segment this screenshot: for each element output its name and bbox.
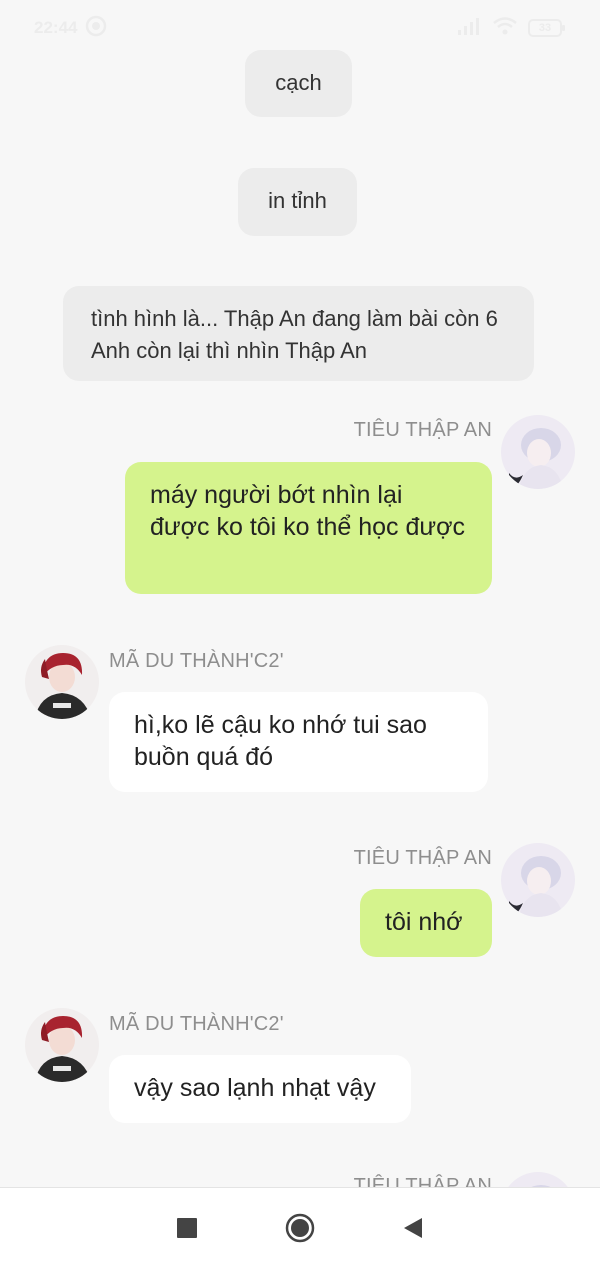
avatar[interactable]: [501, 843, 575, 917]
sender-name: TIÊU THẬP AN: [353, 847, 492, 869]
system-message-text: in tỉnh: [268, 188, 327, 213]
status-time: 22:44: [34, 18, 78, 37]
sender-name: MÃ DU THÀNH'C2': [109, 1013, 284, 1035]
system-message-text: cạch: [275, 70, 322, 95]
system-message-text: tình hình là... Thập An đang làm bài còn…: [91, 306, 498, 363]
status-left: 22:44: [34, 15, 107, 42]
recents-button[interactable]: [163, 1204, 211, 1252]
message-text: hì,ko lẽ cậu ko nhớ tui sao buồn quá đó: [134, 711, 427, 771]
avatar[interactable]: [25, 1008, 99, 1082]
avatar[interactable]: [501, 1172, 575, 1187]
sender-name: TIÊU THẬP AN: [353, 1175, 492, 1187]
message-text: tôi nhớ: [385, 908, 463, 936]
status-right: 33: [456, 16, 566, 41]
back-button[interactable]: [389, 1204, 437, 1252]
my-message-bubble[interactable]: tôi nhớ: [360, 889, 492, 957]
home-button[interactable]: [276, 1204, 324, 1252]
signal-icon: [456, 16, 482, 41]
my-message-bubble[interactable]: máy người bớt nhìn lại được ko tôi ko th…: [125, 462, 492, 594]
wifi-icon: [492, 16, 518, 41]
message-text: vậy sao lạnh nhạt vậy: [134, 1074, 376, 1102]
sender-name: MÃ DU THÀNH'C2': [109, 650, 284, 672]
status-bar: 22:44 33: [0, 0, 600, 56]
system-message: cạch: [245, 50, 352, 117]
back-icon: [404, 1217, 423, 1238]
battery-icon: 33: [528, 18, 566, 38]
recents-icon: [176, 1217, 197, 1238]
avatar[interactable]: [25, 645, 99, 719]
message-text: máy người bớt nhìn lại được ko tôi ko th…: [150, 481, 466, 541]
other-message-bubble[interactable]: hì,ko lẽ cậu ko nhớ tui sao buồn quá đó: [109, 692, 488, 792]
chat-area[interactable]: 22:44 33 cạch in tỉnh tình hình là... Th…: [0, 0, 600, 1187]
avatar[interactable]: [501, 415, 575, 489]
system-message: tình hình là... Thập An đang làm bài còn…: [63, 286, 534, 381]
battery-level: 33: [538, 22, 552, 34]
sender-name: TIÊU THẬP AN: [353, 419, 492, 441]
location-icon: [85, 15, 107, 42]
navigation-bar: [0, 1187, 600, 1267]
home-icon: [285, 1213, 315, 1242]
system-message: in tỉnh: [238, 168, 357, 236]
other-message-bubble[interactable]: vậy sao lạnh nhạt vậy: [109, 1055, 411, 1123]
